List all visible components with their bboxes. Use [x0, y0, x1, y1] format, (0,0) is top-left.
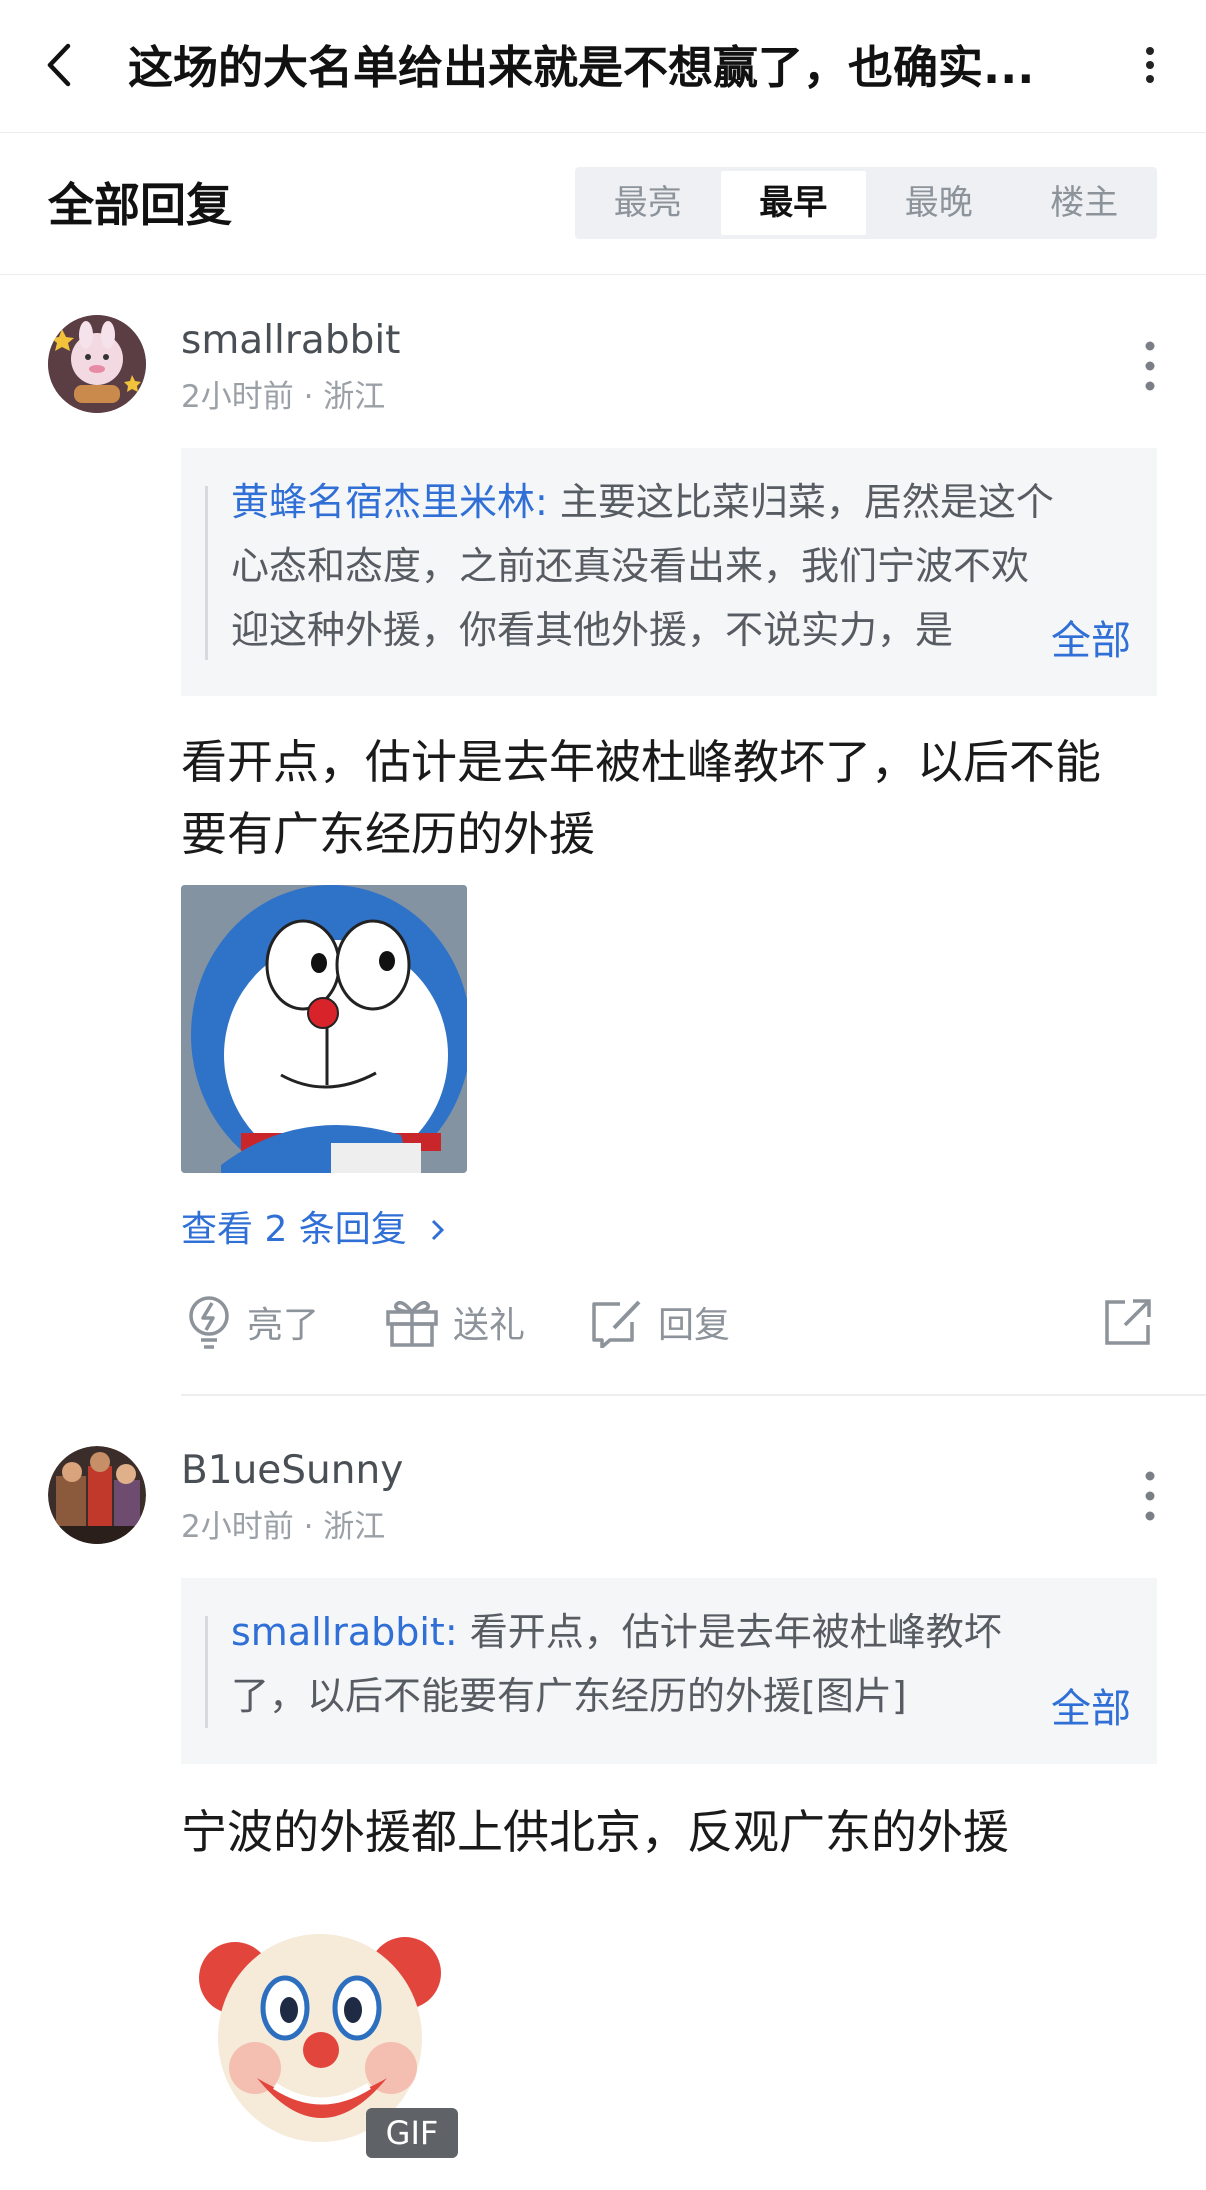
lightbulb-icon: [189, 1296, 229, 1349]
view-replies-link[interactable]: 查看 2 条回复: [181, 1208, 448, 1252]
quote-line: 了，以后不能要有广东经历的外援[图片]: [231, 1674, 907, 1718]
more-vertical-icon[interactable]: [1135, 1468, 1165, 1524]
more-vertical-icon[interactable]: [1130, 40, 1170, 90]
sort-tabs: 最亮 最早 最晚 楼主: [575, 167, 1157, 239]
quoted-comment[interactable]: smallrabbit: 看开点，估计是去年被杜峰教坏 了，以后不能要有广东经历…: [181, 1578, 1157, 1764]
quote-bar: [205, 1616, 208, 1728]
reply-label: 回复: [658, 1305, 731, 1346]
reply-edit-icon: [592, 1300, 641, 1348]
thread-title: 这场的大名单给出来就是不想赢了，也确实...: [128, 41, 1035, 94]
comment-meta: 2小时前 · 浙江: [181, 1508, 385, 1546]
tab-earliest[interactable]: 最早: [720, 171, 866, 235]
comment-location: 浙江: [323, 1509, 386, 1545]
quote-line: 主要这比菜归菜，居然是这个: [547, 480, 1054, 524]
light-button[interactable]: 亮了: [185, 1292, 319, 1352]
chevron-right-icon: [432, 1219, 445, 1241]
expand-quote-link[interactable]: 全部: [1051, 608, 1131, 666]
gift-label: 送礼: [453, 1305, 526, 1346]
comment-divider: [181, 1394, 1206, 1396]
quote-line: 迎这种外援，你看其他外援，不说实力，是: [231, 608, 954, 652]
comment-line: 看开点，估计是去年被杜峰教坏了，以后不能: [181, 735, 1101, 789]
comment-text: 看开点，估计是去年被杜峰教坏了，以后不能 要有广东经历的外援: [181, 726, 1161, 870]
more-vertical-icon[interactable]: [1135, 338, 1165, 394]
quote-line: 看开点，估计是去年被杜峰教坏: [457, 1610, 1002, 1654]
comment-time: 2小时前: [181, 1509, 294, 1545]
quote-line: 心态和态度，之前还真没看出来，我们宁波不欢: [231, 544, 1030, 588]
share-button[interactable]: [1103, 1292, 1153, 1352]
tab-brightest[interactable]: 最亮: [575, 167, 721, 239]
comment-time: 2小时前: [181, 379, 294, 415]
quote-text: 黄蜂名宿杰里米林: 主要这比菜归菜，居然是这个 心态和态度，之前还真没看出来，我…: [231, 470, 1121, 662]
gift-button[interactable]: 送礼: [385, 1292, 525, 1352]
username[interactable]: B1ueSunny: [181, 1448, 403, 1494]
tab-original-poster[interactable]: 楼主: [1012, 167, 1158, 239]
quote-text: smallrabbit: 看开点，估计是去年被杜峰教坏 了，以后不能要有广东经历…: [231, 1600, 1121, 1728]
username[interactable]: smallrabbit: [181, 318, 400, 364]
comment-line: 宁波的外援都上供北京，反观广东的外援: [181, 1805, 1009, 1859]
gift-icon: [386, 1300, 438, 1347]
comment-location: 浙江: [323, 379, 386, 415]
comment-text: 宁波的外援都上供北京，反观广东的外援: [181, 1796, 1161, 1868]
view-replies-label: 查看 2 条回复: [181, 1209, 407, 1250]
comment-meta: 2小时前 · 浙江: [181, 378, 385, 416]
share-icon: [1105, 1299, 1151, 1345]
doraemon-sticker-image[interactable]: [181, 885, 467, 1173]
tab-latest[interactable]: 最晚: [866, 167, 1012, 239]
top-navigation-bar: 这场的大名单给出来就是不想赢了，也确实...: [0, 0, 1206, 133]
comment-line: 要有广东经历的外援: [181, 807, 595, 861]
quoted-comment[interactable]: 黄蜂名宿杰里米林: 主要这比菜归菜，居然是这个 心态和态度，之前还真没看出来，我…: [181, 448, 1157, 696]
gif-badge: GIF: [366, 2108, 458, 2158]
meta-separator: ·: [293, 1509, 324, 1545]
replies-header: 全部回复 最亮 最早 最晚 楼主: [0, 132, 1206, 275]
quote-author[interactable]: smallrabbit:: [231, 1610, 458, 1654]
section-title: 全部回复: [48, 178, 232, 232]
quote-author[interactable]: 黄蜂名宿杰里米林:: [231, 480, 548, 524]
avatar[interactable]: [48, 1446, 146, 1544]
avatar[interactable]: [48, 315, 146, 413]
light-label: 亮了: [247, 1305, 320, 1346]
meta-separator: ·: [293, 379, 324, 415]
back-arrow-icon[interactable]: [40, 40, 80, 90]
expand-quote-link[interactable]: 全部: [1051, 1676, 1131, 1734]
reply-button[interactable]: 回复: [590, 1292, 730, 1352]
quote-bar: [205, 486, 208, 660]
